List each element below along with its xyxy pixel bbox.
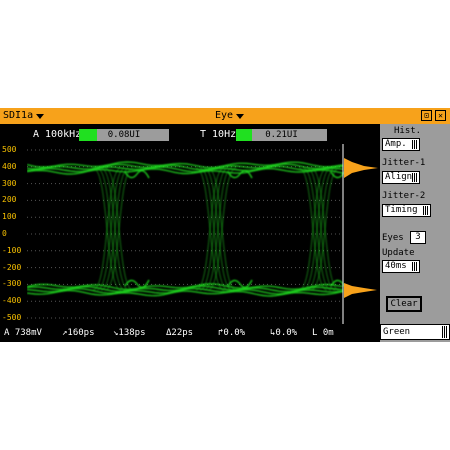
fall-time-readout: ↘138ps [113, 328, 146, 338]
measurement-readout: A 738mV ↗160ps ↘138ps Δ22ps ↱0.0% ↳0.0% … [0, 328, 345, 340]
source-label: SDI1a [3, 110, 34, 121]
source-selector[interactable]: SDI1a [3, 108, 45, 124]
close-window-button[interactable]: ✕ [435, 110, 446, 121]
hist-mode-select[interactable]: Amp. [382, 138, 420, 151]
timing-jitter-label: T 10Hz [200, 129, 237, 140]
amplitude-histogram [344, 158, 378, 298]
alignment-jitter-label: A 100kHz [33, 129, 82, 140]
y-tick-label: -300 [2, 279, 22, 289]
control-panel: Hist. Amp. Jitter-1 Align Jitter-2 Timin… [380, 124, 450, 342]
amplitude-readout: A 738mV [4, 328, 42, 338]
scroll-icon [412, 262, 418, 271]
jitter2-select[interactable]: Timing [382, 204, 431, 217]
eye-diagram-plot [27, 144, 344, 324]
y-tick-label: 200 [2, 195, 17, 205]
y-tick-label: 500 [2, 145, 17, 154]
y-tick-label: -200 [2, 262, 22, 272]
eyes-label: Eyes [382, 233, 404, 243]
clear-button-label: Clear [390, 299, 418, 309]
cable-length-readout: L 0m [312, 328, 334, 338]
title-bar: SDI1a Eye ⊡ ✕ [0, 108, 450, 124]
y-tick-label: 0 [2, 229, 7, 238]
jitter1-label: Jitter-1 [382, 158, 426, 168]
jitter1-value: Align [385, 172, 413, 182]
mode-label: Eye [215, 110, 234, 121]
y-tick-label: -100 [2, 245, 22, 255]
rise-time-readout: ↗160ps [62, 328, 95, 338]
waveform-monitor-window: SDI1a Eye ⊡ ✕ A 100kHz 0.08UI T 10Hz 0.2… [0, 108, 450, 342]
chevron-down-icon [36, 113, 45, 119]
rise-overshoot-readout: ↱0.0% [218, 328, 246, 338]
update-rate-select[interactable]: 40ms [382, 260, 420, 273]
hist-label: Hist. [394, 126, 422, 136]
close-icon: ✕ [438, 111, 443, 120]
chevron-down-icon [236, 113, 245, 119]
scroll-icon [412, 173, 418, 182]
update-label: Update [382, 248, 415, 258]
mode-selector[interactable]: Eye [215, 108, 245, 124]
timing-jitter-value: 0.21UI [265, 130, 298, 140]
y-tick-label: -500 [2, 313, 22, 322]
jitter1-select[interactable]: Align [382, 171, 420, 184]
y-tick-label: -400 [2, 296, 22, 306]
scroll-icon [412, 140, 418, 149]
eyes-count-input[interactable]: 3 [410, 231, 426, 244]
rise-fall-delta-readout: Δ22ps [166, 328, 194, 338]
y-tick-label: 100 [2, 212, 17, 222]
restore-icon: ⊡ [424, 111, 429, 120]
restore-window-button[interactable]: ⊡ [421, 110, 432, 121]
alignment-jitter-value: 0.08UI [107, 130, 141, 140]
jitter2-value: Timing [385, 205, 418, 215]
jitter2-label: Jitter-2 [382, 191, 426, 201]
timing-jitter-meter: 0.21UI [236, 129, 327, 141]
trace-color-select[interactable]: Green [380, 324, 450, 340]
clear-button[interactable]: Clear [386, 296, 422, 312]
eye-traces [27, 161, 344, 297]
scroll-icon [442, 326, 448, 338]
trace-color-value: Green [383, 327, 411, 337]
eyes-count-value: 3 [415, 232, 421, 242]
update-rate-value: 40ms [385, 261, 407, 271]
scroll-icon [423, 206, 429, 215]
y-tick-label: 400 [2, 161, 17, 171]
fall-overshoot-readout: ↳0.0% [270, 328, 298, 338]
y-tick-label: 300 [2, 178, 17, 188]
hist-mode-value: Amp. [385, 139, 407, 149]
alignment-jitter-meter: 0.08UI [79, 129, 169, 141]
